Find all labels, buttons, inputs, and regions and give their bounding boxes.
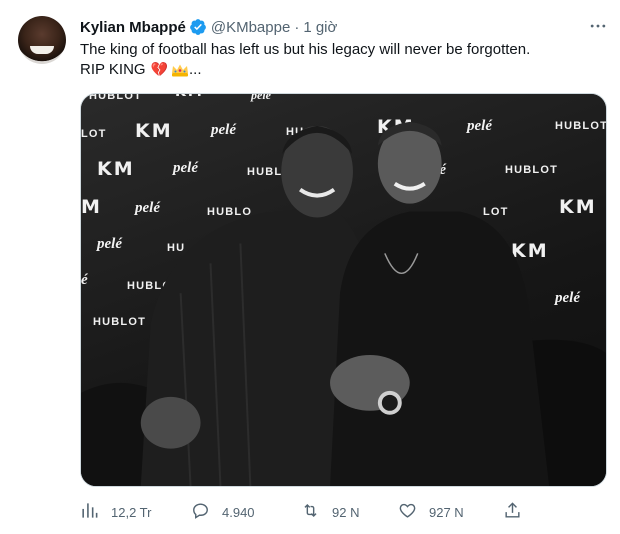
photo-people	[81, 121, 606, 486]
tweet[interactable]: Kylian Mbappé @KMbappe · 1 giờ The king …	[0, 0, 620, 534]
reply-action[interactable]: 4.940	[191, 500, 255, 524]
ellipsis: ...	[189, 61, 202, 78]
tweet-text-line-1: The king of football has left us but his…	[80, 41, 531, 58]
retweet-action[interactable]: 92 N	[301, 500, 359, 524]
tweet-text: The king of football has left us but his…	[80, 40, 530, 80]
tweet-text-line-2: RIP KING	[80, 61, 146, 78]
tweet-header: Kylian Mbappé @KMbappe · 1 giờ	[80, 17, 337, 37]
broken-heart-emoji: 💔	[150, 62, 169, 78]
more-options-icon[interactable]	[586, 14, 610, 38]
share-action[interactable]	[503, 500, 522, 524]
crown-icon	[171, 63, 189, 77]
like-icon	[398, 501, 417, 523]
views-action[interactable]: 12,2 Tr	[80, 500, 151, 524]
author-name[interactable]: Kylian Mbappé	[80, 19, 186, 36]
timestamp[interactable]: 1 giờ	[303, 19, 337, 36]
views-icon	[80, 501, 99, 523]
tweet-actions: 12,2 Tr 4.940 92 N 927 N	[80, 500, 607, 524]
like-action[interactable]: 927 N	[398, 500, 464, 524]
reply-icon	[191, 501, 210, 523]
verified-badge-icon	[189, 18, 207, 36]
retweet-icon	[301, 501, 320, 523]
separator-dot: ·	[294, 18, 300, 36]
retweet-count: 92 N	[332, 504, 360, 520]
author-handle[interactable]: @KMbappe	[211, 19, 290, 36]
share-icon	[503, 501, 522, 523]
views-count: 12,2 Tr	[111, 504, 152, 520]
tweet-photo[interactable]: HUBLOT KM pelé LOT KM pelé HU KM pelé HU…	[80, 93, 607, 487]
reply-count: 4.940	[222, 504, 255, 520]
avatar[interactable]	[18, 16, 66, 64]
like-count: 927 N	[429, 504, 464, 520]
